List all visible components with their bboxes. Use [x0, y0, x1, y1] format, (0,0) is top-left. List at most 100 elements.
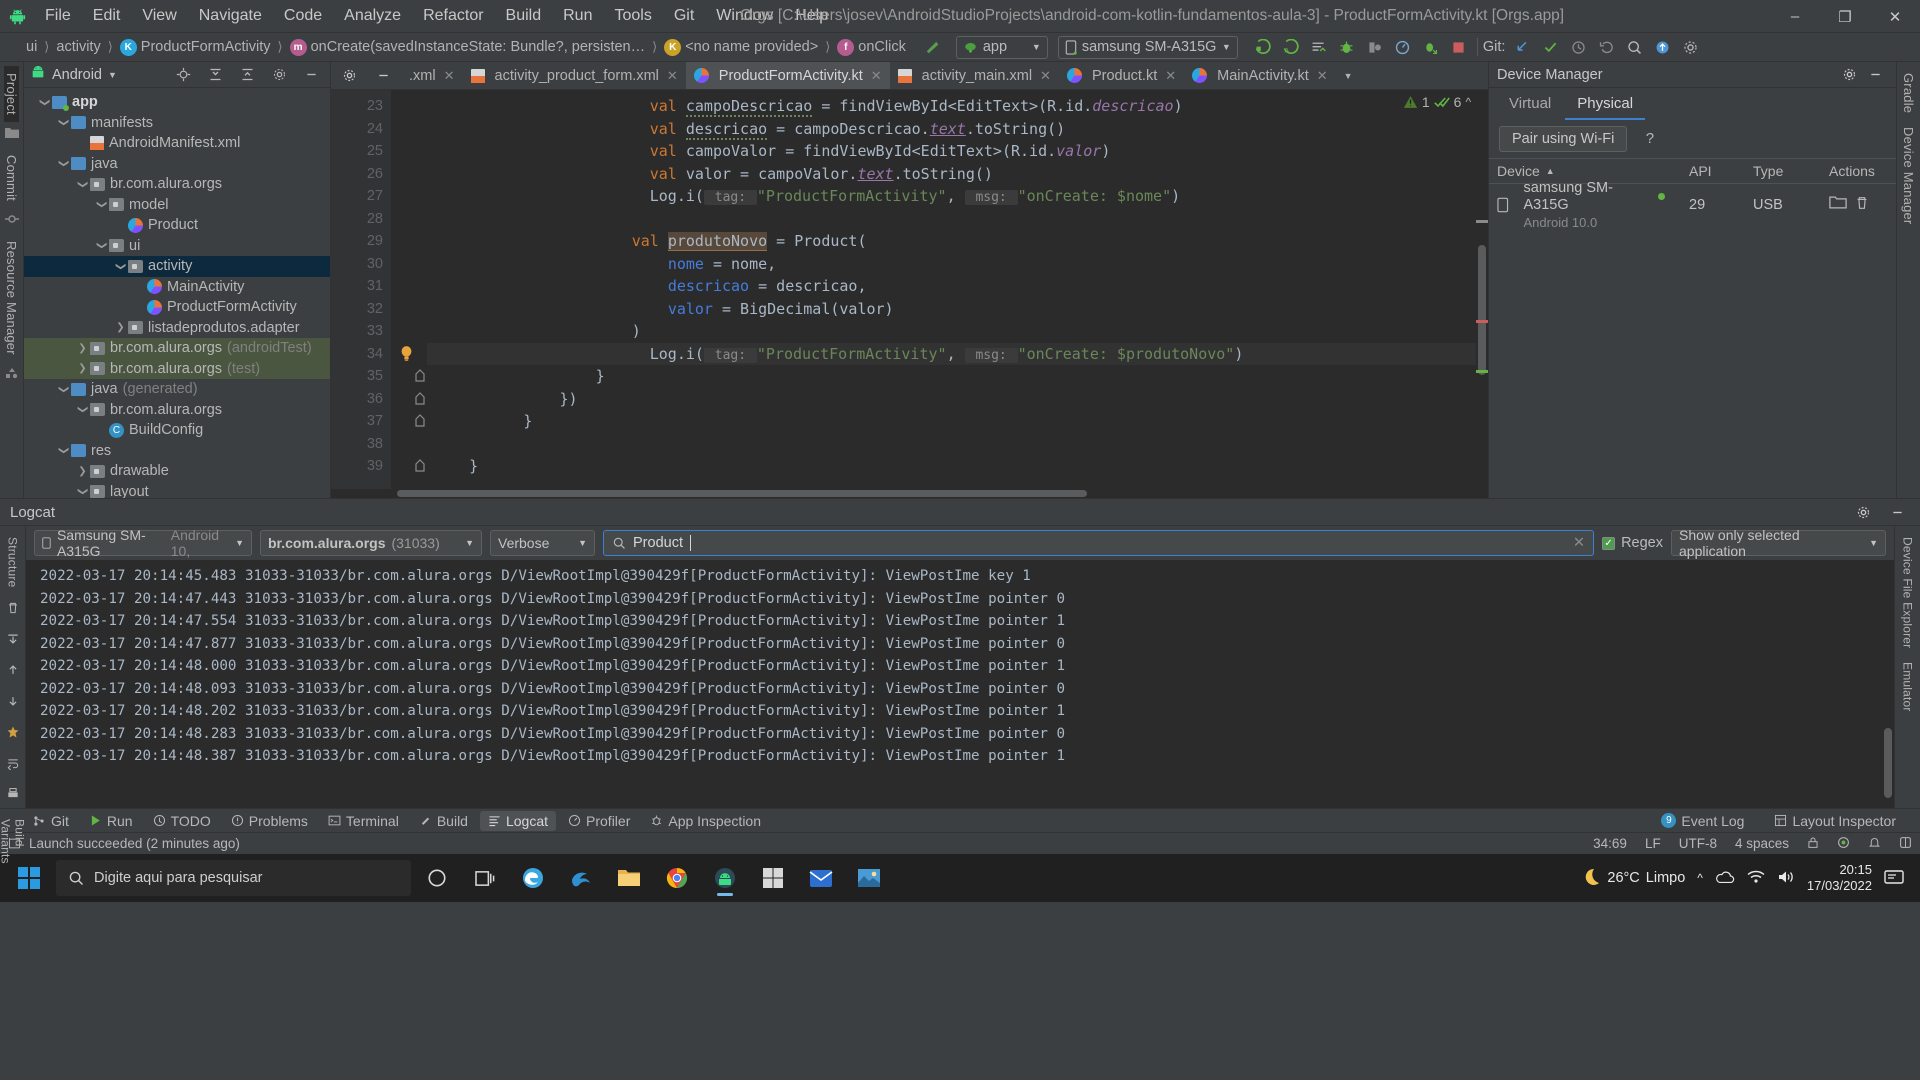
chevron-down-icon[interactable]: ❯	[77, 177, 88, 192]
sidebar-item-commit[interactable]: Commit	[4, 148, 19, 208]
logcat-regex-checkbox[interactable]: ✓ Regex	[1602, 535, 1663, 551]
device-table-row[interactable]: samsung SM-A315G Android 10.0 29 USB	[1489, 180, 1896, 230]
tree-node-layout[interactable]: ❯ layout	[24, 482, 330, 498]
tab-virtual[interactable]: Virtual	[1497, 89, 1563, 120]
settings-button[interactable]	[1677, 35, 1703, 60]
chevron-down-icon[interactable]: ❯	[115, 259, 126, 274]
close-tab-icon[interactable]: ✕	[1317, 68, 1328, 84]
chrome-icon[interactable]	[655, 858, 699, 898]
run-button[interactable]	[1250, 35, 1276, 60]
menu-item-edit[interactable]: Edit	[82, 4, 132, 28]
minimize-button[interactable]: –	[1770, 0, 1820, 33]
indent-setting[interactable]: 4 spaces	[1735, 836, 1789, 851]
gutter-marker-row[interactable]	[391, 298, 427, 321]
editor-tab-product[interactable]: Product.kt ✕	[1059, 62, 1184, 89]
logcat-process-selector[interactable]: br.com.alura.orgs (31033) ▼	[260, 530, 482, 556]
tree-node-br-com-alura-orgs[interactable]: ❯ br.com.alura.orgs	[24, 174, 330, 195]
inspections-icon[interactable]	[1837, 836, 1850, 852]
gutter-marker-row[interactable]	[391, 388, 427, 411]
chevron-down-icon[interactable]: ❯	[39, 95, 50, 110]
profile-button[interactable]	[1390, 35, 1416, 60]
tool-window-build[interactable]: Build	[411, 811, 476, 831]
code-line[interactable]: }	[427, 455, 1488, 478]
code-line[interactable]: val campoDescricao = findViewById<EditTe…	[427, 95, 1488, 118]
code-line[interactable]: }	[427, 365, 1488, 388]
breadcrumb-oncreate[interactable]: m onCreate(savedInstanceState: Bundle?, …	[288, 38, 648, 56]
logcat-line[interactable]: 2022-03-17 20:14:48.000 31033-31033/br.c…	[40, 655, 1894, 678]
favorites-star-icon[interactable]	[6, 725, 20, 744]
gutter-marker-row[interactable]	[391, 253, 427, 276]
tool-window-profiler[interactable]: Profiler	[560, 811, 638, 831]
help-icon[interactable]: ?	[1646, 130, 1654, 147]
notifications-icon[interactable]	[1868, 836, 1881, 852]
editor-tab-activity-main[interactable]: activity_main.xml ✕	[890, 62, 1059, 89]
code-fold-icon[interactable]	[415, 369, 425, 387]
tree-node-mainactivity[interactable]: MainActivity	[24, 277, 330, 298]
soft-wrap-icon[interactable]	[6, 756, 20, 775]
column-header-api[interactable]: API	[1681, 163, 1745, 179]
start-button-icon[interactable]	[6, 858, 52, 898]
scroll-to-end-icon[interactable]	[6, 632, 20, 651]
git-commit-button[interactable]	[1537, 35, 1563, 60]
sidebar-item-project[interactable]: Project	[4, 66, 19, 122]
device-settings-icon[interactable]	[1836, 62, 1862, 87]
logcat-line[interactable]: 2022-03-17 20:14:45.483 31033-31033/br.c…	[40, 565, 1894, 588]
code-line[interactable]: val descricao = campoDescricao.text.toSt…	[427, 118, 1488, 141]
column-header-actions[interactable]: Actions	[1821, 163, 1896, 179]
maximize-button[interactable]: ❐	[1820, 0, 1870, 33]
code-editor[interactable]: 23 24 25 26 27 28 29 30 31 32 33 34 35 36 37 38 39 val c…	[331, 90, 1488, 498]
expand-all-icon[interactable]	[202, 62, 228, 87]
apply-changes-button[interactable]	[1306, 35, 1332, 60]
delete-device-icon[interactable]	[1854, 195, 1870, 215]
weather-widget[interactable]: 26°C Limpo	[1579, 867, 1685, 889]
breadcrumb-onclick[interactable]: f onClick	[835, 38, 908, 56]
make-project-button[interactable]	[920, 35, 946, 60]
project-view-selector-label[interactable]: Android	[52, 67, 102, 83]
editor-settings-icon[interactable]	[336, 63, 362, 88]
scrollbar-thumb[interactable]	[1478, 245, 1486, 375]
locate-file-icon[interactable]	[170, 62, 196, 87]
open-device-file-explorer-icon[interactable]	[1829, 195, 1847, 215]
tray-chevron-up-icon[interactable]: ^	[1697, 871, 1703, 885]
intention-bulb-icon[interactable]	[399, 345, 414, 367]
sidebar-item-structure[interactable]: Structure	[6, 530, 20, 595]
prev-issue-icon[interactable]: ^	[1465, 95, 1471, 109]
attach-debugger-button[interactable]	[1362, 35, 1388, 60]
network-icon[interactable]	[1747, 869, 1765, 887]
chevron-right-icon[interactable]: ❯	[75, 363, 90, 374]
chevron-down-icon[interactable]: ❯	[77, 484, 88, 498]
project-settings-icon[interactable]	[266, 62, 292, 87]
logcat-line[interactable]: 2022-03-17 20:14:48.283 31033-31033/br.c…	[40, 723, 1894, 746]
stop-button[interactable]	[1446, 35, 1472, 60]
logcat-scope-selector[interactable]: Show only selected application ▼	[1671, 527, 1886, 559]
hide-editor-icon[interactable]	[370, 63, 396, 88]
gutter-marker-row[interactable]	[391, 410, 427, 433]
column-header-device[interactable]: Device	[1497, 163, 1540, 179]
editor-tab-list-icon[interactable]: ▼	[1336, 62, 1361, 89]
chevron-right-icon[interactable]: ❯	[113, 322, 128, 333]
tree-node-listadeprodutos-adapter[interactable]: ❯ listadeprodutos.adapter	[24, 318, 330, 339]
code-line[interactable]: valor = BigDecimal(valor)	[427, 298, 1488, 321]
menu-item-analyze[interactable]: Analyze	[333, 4, 412, 28]
code-line[interactable]	[427, 433, 1488, 456]
tree-node-buildconfig[interactable]: C BuildConfig	[24, 420, 330, 441]
close-tab-icon[interactable]: ✕	[1040, 68, 1051, 84]
menu-item-git[interactable]: Git	[663, 4, 705, 28]
code-line[interactable]	[427, 208, 1488, 231]
task-view-icon[interactable]	[463, 858, 507, 898]
editor-tab-activity-product-form[interactable]: activity_product_form.xml ✕	[463, 62, 686, 89]
menu-item-code[interactable]: Code	[273, 4, 333, 28]
sidebar-item-gradle[interactable]: Gradle	[1901, 66, 1916, 120]
column-header-type[interactable]: Type	[1745, 163, 1821, 179]
menu-item-tools[interactable]: Tools	[603, 4, 662, 28]
close-tab-icon[interactable]: ✕	[444, 68, 455, 84]
logcat-hide-icon[interactable]	[1884, 500, 1910, 525]
sidebar-item-resource-manager[interactable]: Resource Manager	[4, 234, 19, 362]
mail-icon[interactable]	[799, 858, 843, 898]
git-rollback-button[interactable]	[1593, 35, 1619, 60]
tool-window-app-inspection[interactable]: App Inspection	[642, 811, 769, 831]
logcat-output[interactable]: 2022-03-17 20:14:45.483 31033-31033/br.c…	[26, 560, 1894, 808]
tree-node-drawable[interactable]: ❯ drawable	[24, 461, 330, 482]
tree-node-product[interactable]: Product	[24, 215, 330, 236]
menu-item-refactor[interactable]: Refactor	[412, 4, 494, 28]
